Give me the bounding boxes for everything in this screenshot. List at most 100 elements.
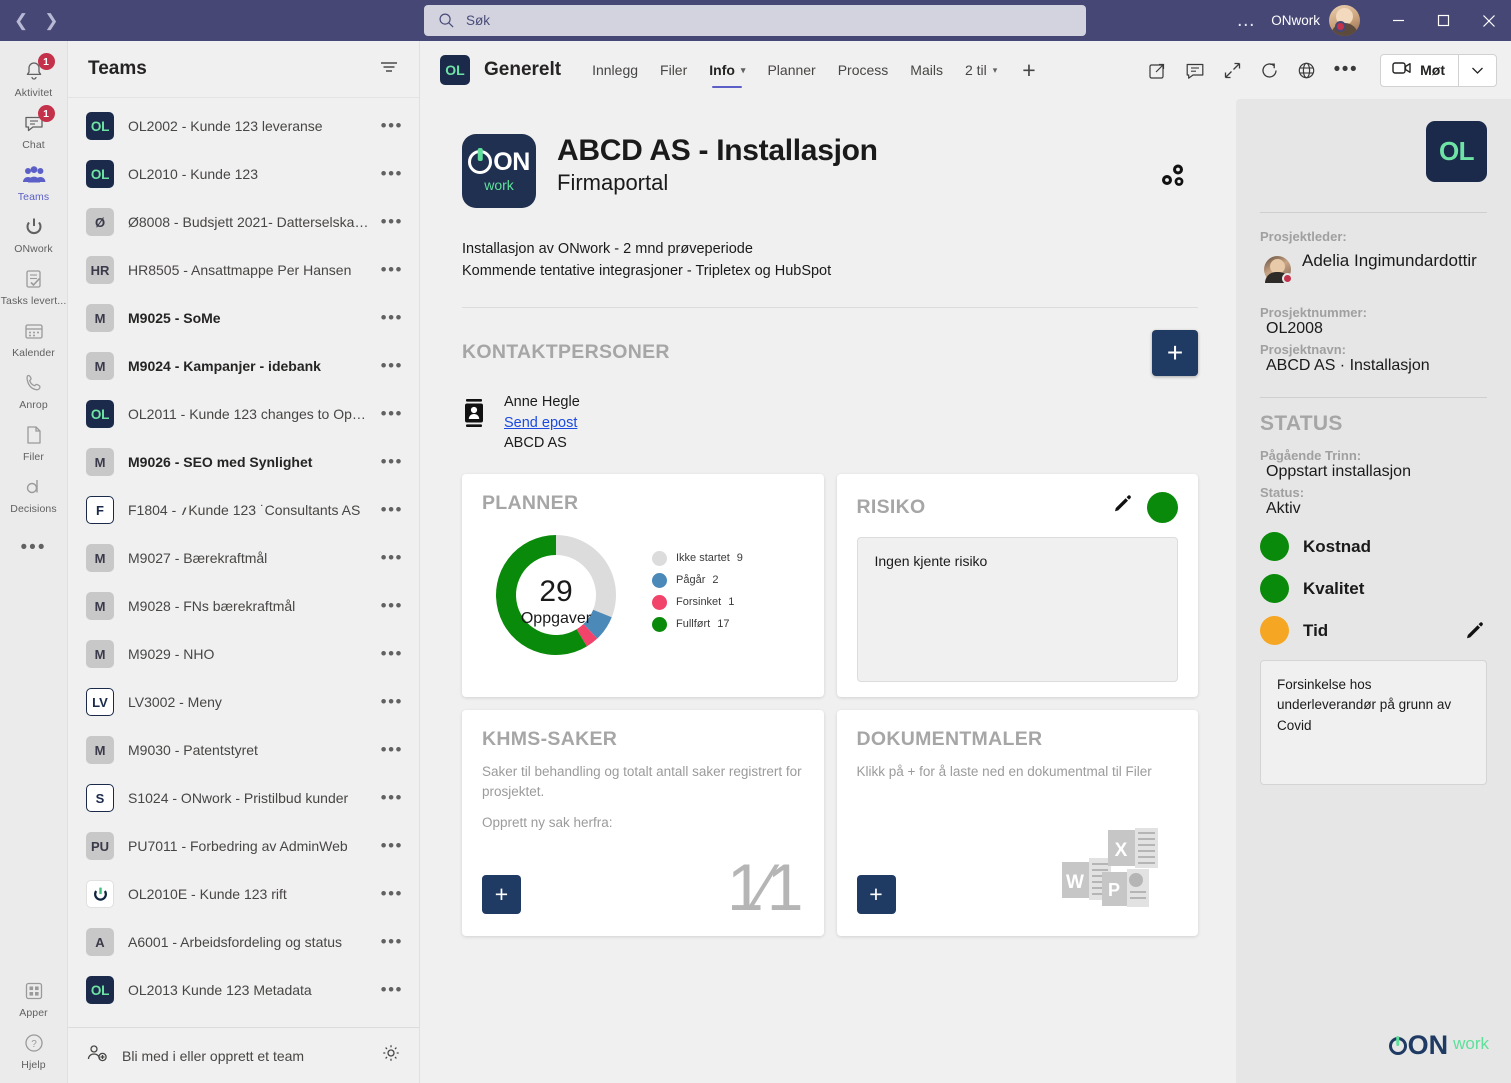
close-button[interactable] xyxy=(1466,0,1511,41)
team-list-item[interactable]: A A6001 - Arbeidsfordeling og status ••• xyxy=(68,918,419,966)
gear-icon[interactable] xyxy=(381,1043,401,1068)
more-options-icon[interactable]: ••• xyxy=(381,452,403,472)
rail-item-hjelp[interactable]: ? Hjelp xyxy=(0,1023,68,1083)
rail-item-chat[interactable]: 1 Chat xyxy=(0,103,68,155)
tab-mails[interactable]: Mails xyxy=(899,41,954,99)
channel-header: OL Generelt Innlegg Filer Info ▾ Planner Proc… xyxy=(420,41,1511,99)
more-options-icon[interactable]: ••• xyxy=(381,356,403,376)
team-list-item[interactable]: M M9027 - Bærekraftmål ••• xyxy=(68,534,419,582)
rail-item-aktivitet[interactable]: 1 Aktivitet xyxy=(0,51,68,103)
more-options-icon[interactable]: ••• xyxy=(381,836,403,856)
team-list-item[interactable]: PU PU7011 - Forbedring av AdminWeb ••• xyxy=(68,822,419,870)
project-info-panel: OL Prosjektleder: Adelia Ingimundardotti… xyxy=(1236,99,1511,1083)
forward-icon[interactable]: ❯ xyxy=(44,12,58,29)
open-in-new-icon[interactable] xyxy=(1148,61,1167,80)
more-options-icon[interactable]: ••• xyxy=(381,500,403,520)
team-list-item[interactable]: OL OL2013 Kunde 123 Metadata ••• xyxy=(68,966,419,1014)
rail-item-decisions[interactable]: Decisions xyxy=(0,467,68,519)
legend-item: Forsinket 1 xyxy=(652,594,743,610)
team-list-item[interactable]: S S1024 - ONwork - Pristilbud kunder ••• xyxy=(68,774,419,822)
rail-more-icon[interactable]: ••• xyxy=(21,519,47,577)
expand-icon[interactable] xyxy=(1223,61,1242,80)
team-list-item[interactable]: Ø Ø8008 - Budsjett 2021- Datterselskap AS… xyxy=(68,198,419,246)
more-options-icon[interactable]: ••• xyxy=(381,404,403,424)
more-options-icon[interactable]: ••• xyxy=(381,788,403,808)
team-list-item[interactable]: M M9029 - NHO ••• xyxy=(68,630,419,678)
rail-item-teams[interactable]: Teams xyxy=(0,155,68,207)
add-document-template-button[interactable]: + xyxy=(856,874,896,914)
avatar[interactable] xyxy=(1264,256,1293,284)
back-icon[interactable]: ❮ xyxy=(14,12,28,29)
more-options-icon[interactable]: ••• xyxy=(381,932,403,952)
rail-item-tasks[interactable]: Tasks levert... xyxy=(0,259,68,311)
more-options-icon[interactable]: ••• xyxy=(381,164,403,184)
chat-bubble-icon[interactable] xyxy=(1185,61,1205,80)
team-list-item[interactable]: OL2010E - Kunde 123 rift ••• xyxy=(68,870,419,918)
more-options-icon[interactable]: ••• xyxy=(381,596,403,616)
rail-item-onwork[interactable]: ONwork xyxy=(0,207,68,259)
tab-label: Planner xyxy=(767,62,816,78)
team-list-item[interactable]: M M9026 - SEO med Synlighet ••• xyxy=(68,438,419,486)
maximize-button[interactable] xyxy=(1421,0,1466,41)
pencil-icon[interactable] xyxy=(1464,621,1485,647)
search-input[interactable] xyxy=(424,5,1086,36)
tab-filer[interactable]: Filer xyxy=(649,41,698,99)
more-options-icon[interactable]: ••• xyxy=(381,116,403,136)
avatar[interactable] xyxy=(1329,5,1360,36)
risiko-text[interactable]: Ingen kjente risiko xyxy=(856,536,1178,682)
tab-process[interactable]: Process xyxy=(827,41,900,99)
globe-icon[interactable] xyxy=(1297,61,1316,80)
project-name-label: Prosjektnavn: xyxy=(1260,342,1346,357)
minimize-button[interactable] xyxy=(1376,0,1421,41)
teams-list[interactable]: OL OL2002 - Kunde 123 leveranse ••• OL OL201… xyxy=(68,98,419,1027)
more-options-icon[interactable]: ••• xyxy=(381,260,403,280)
team-list-item[interactable]: OL OL2010 - Kunde 123 ••• xyxy=(68,150,419,198)
add-contact-button[interactable]: + xyxy=(1152,329,1198,376)
join-or-create-team-button[interactable]: Bli med i eller opprett et team xyxy=(86,1044,304,1067)
send-email-link[interactable]: Send epost xyxy=(504,413,580,434)
more-options-icon[interactable]: ••• xyxy=(381,980,403,1000)
tab-planner[interactable]: Planner xyxy=(756,41,826,99)
refresh-icon[interactable] xyxy=(1260,61,1279,80)
team-name: Ø8008 - Budsjett 2021- Datterselskap AS xyxy=(128,214,373,230)
rail-item-apper[interactable]: Apper xyxy=(0,971,68,1023)
file-icon xyxy=(21,422,47,448)
nav-arrows: ❮ ❯ xyxy=(14,12,94,29)
more-options-icon[interactable]: ••• xyxy=(381,692,403,712)
rail-label: Hjelp xyxy=(21,1059,46,1071)
meet-dropdown-button[interactable] xyxy=(1459,55,1496,86)
add-tab-button[interactable]: + xyxy=(1008,57,1049,84)
tab-2-til[interactable]: 2 til ▾ xyxy=(954,41,1008,99)
pencil-icon[interactable] xyxy=(1112,494,1133,520)
more-options-icon[interactable]: ••• xyxy=(381,212,403,232)
more-options-icon[interactable]: ••• xyxy=(381,548,403,568)
team-list-item[interactable]: HR HR8505 - Ansattmappe Per Hansen ••• xyxy=(68,246,419,294)
more-options-icon[interactable]: ••• xyxy=(381,740,403,760)
status-note[interactable]: Forsinkelse hos underleverandør på grunn… xyxy=(1260,660,1487,785)
team-list-item[interactable]: OL OL2011 - Kunde 123 changes to Oper... •… xyxy=(68,390,419,438)
team-list-item[interactable]: F F1804 - ؍Kunde 123 ˙Consultants AS ••• xyxy=(68,486,419,534)
more-options-icon[interactable]: ••• xyxy=(381,308,403,328)
status-badge xyxy=(1260,574,1289,603)
rail-item-filer[interactable]: Filer xyxy=(0,415,68,467)
team-list-item[interactable]: M M9030 - Patentstyret ••• xyxy=(68,726,419,774)
team-list-item[interactable]: M M9024 - Kampanjer - idebank ••• xyxy=(68,342,419,390)
more-options-icon[interactable]: ••• xyxy=(381,644,403,664)
team-list-item[interactable]: M M9025 - SoMe ••• xyxy=(68,294,419,342)
team-list-item[interactable]: OL OL2002 - Kunde 123 leveranse ••• xyxy=(68,102,419,150)
cogs-icon[interactable] xyxy=(1158,162,1188,195)
filter-icon[interactable] xyxy=(379,59,399,80)
more-options-icon[interactable]: ••• xyxy=(381,884,403,904)
channel-title: Generelt xyxy=(484,59,562,80)
rail-item-anrop[interactable]: Anrop xyxy=(0,363,68,415)
add-khms-case-button[interactable]: + xyxy=(482,874,521,914)
team-list-item[interactable]: LV LV3002 - Meny ••• xyxy=(68,678,419,726)
meet-button[interactable]: Møt xyxy=(1381,55,1458,86)
team-list-item[interactable]: M M9028 - FNs bærekraftmål ••• xyxy=(68,582,419,630)
tab-innlegg[interactable]: Innlegg xyxy=(581,41,649,99)
rail-item-kalender[interactable]: Kalender xyxy=(0,311,68,363)
tab-info[interactable]: Info ▾ xyxy=(698,41,756,99)
teams-pane: Teams OL OL2002 - Kunde 123 leveranse ••• O… xyxy=(68,41,420,1083)
more-options-icon[interactable]: ••• xyxy=(1334,59,1358,81)
titlebar-more-icon[interactable]: … xyxy=(1236,10,1257,32)
